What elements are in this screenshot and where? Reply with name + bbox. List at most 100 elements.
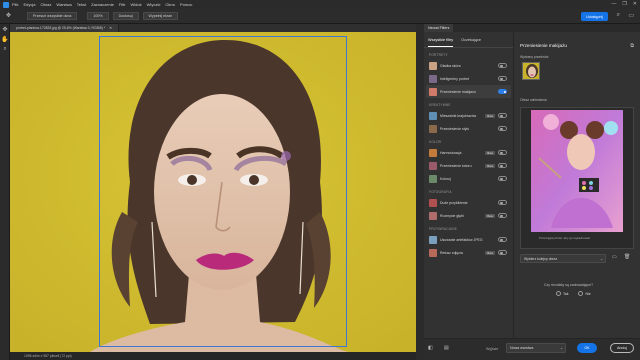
filter-thumbnail (429, 124, 437, 133)
zoom-100-button[interactable]: 100% (87, 12, 109, 20)
minimize-icon[interactable]: — (611, 1, 616, 7)
close-tab-icon[interactable]: ✕ (109, 26, 112, 30)
filter-thumbnail (429, 87, 437, 96)
filter-item[interactable]: Przeniesienie makijażu (426, 85, 511, 98)
window-controls: — ❐ ✕ (611, 1, 637, 7)
filter-label: Przeniesienie koloru (440, 163, 472, 168)
scroll-all-windows-button[interactable]: Przesuń wszystkie okna (27, 12, 78, 20)
document-tab-title: portret-piankna-172833.jpg @ 25,6% (Wars… (16, 26, 106, 30)
filter-thumbnail (429, 248, 437, 257)
menu-item[interactable]: Obraz (40, 2, 51, 7)
filter-item[interactable]: Gładka skóra (426, 59, 511, 72)
menu-item[interactable]: Pomoc (180, 2, 192, 7)
menu-item[interactable]: Tekst (77, 2, 86, 7)
filter-toggle[interactable] (498, 150, 507, 155)
filter-thumbnail (429, 198, 437, 207)
filter-label: Koloruj (440, 176, 451, 181)
fit-screen-button[interactable]: Dostosuj (112, 12, 139, 20)
filter-toggle[interactable] (498, 200, 507, 205)
filter-item[interactable]: Przeniesienie koloru Beta (426, 159, 511, 172)
filter-category-heading: FOTOGRAFIA (429, 190, 452, 194)
filter-toggle[interactable] (498, 176, 507, 181)
filter-category-heading: KREATYWNE (429, 103, 451, 107)
filter-item[interactable]: Retusz zdjęcia Beta (426, 246, 511, 259)
yes-radio[interactable]: Tak (556, 291, 568, 296)
neural-filters-tab[interactable]: Neural Filters (424, 24, 454, 32)
select-image-dropdown[interactable]: Wybierz kolejny obraz ⌄ (520, 254, 606, 263)
trash-icon[interactable]: 🗑 (624, 254, 630, 260)
expand-icon[interactable]: ⧉ (630, 43, 634, 49)
filter-label: Retusz zdjęcia (440, 250, 463, 255)
filter-title: Przeniesienie makijażu (520, 43, 567, 48)
menu-item[interactable]: Wtyczki (147, 2, 161, 7)
menu-item[interactable]: Widok (131, 2, 142, 7)
document-tab[interactable]: portret-piankna-172833.jpg @ 25,6% (Wars… (10, 24, 119, 32)
satisfaction-options: Tak Nie (556, 291, 591, 296)
filter-toggle[interactable] (498, 237, 507, 242)
close-icon[interactable]: ✕ (633, 1, 637, 7)
filter-item[interactable]: Duże przybliżenie (426, 196, 511, 209)
satisfaction-question: Czy rezultaty są zadowalające? (544, 283, 594, 287)
filter-toggle[interactable] (498, 163, 507, 168)
filter-toggle[interactable] (498, 126, 507, 131)
tab-waitlist[interactable]: Oczekujące (461, 38, 481, 47)
preview-toggle-icon[interactable]: ◧ (428, 345, 433, 351)
filter-item[interactable]: Inteligentny portret (426, 72, 511, 85)
filter-toggle[interactable] (498, 213, 507, 218)
filter-item[interactable]: Koloruj (426, 172, 511, 185)
workspace-icon[interactable]: ▭ (628, 12, 634, 19)
filter-item[interactable]: Harmonizacja Beta (426, 146, 511, 159)
filter-label: Mieszalnik krajobrazów (440, 113, 477, 118)
maximize-icon[interactable]: ❐ (622, 1, 626, 7)
cancel-button[interactable]: Anuluj (610, 343, 634, 353)
reference-image-box[interactable]: Przeciągnij obraz, aby go wykadrować (520, 107, 634, 249)
filter-toggle[interactable] (498, 250, 507, 255)
fill-screen-button[interactable]: Wypełnij ekran (142, 12, 179, 20)
filter-category-heading: KOLOR (429, 140, 442, 144)
move-icon[interactable]: ✥ (0, 24, 10, 34)
hand-icon[interactable]: ✋ (0, 34, 10, 44)
document-tab-bar: portret-piankna-172833.jpg @ 25,6% (Wars… (10, 24, 416, 32)
filter-thumbnail (429, 61, 437, 70)
menu-items: Plik Edycja Obraz Warstwa Tekst Zaznaczenie Fi… (12, 2, 197, 7)
options-bar: ✥ Przesuń wszystkie okna 100% Dostosuj W… (0, 9, 640, 24)
filter-toggle[interactable] (498, 63, 507, 68)
ok-button[interactable]: OK (577, 343, 597, 353)
tab-all-filters[interactable]: Wszystkie filtry (428, 38, 454, 47)
filter-category-heading: PORTRETY (429, 53, 448, 57)
filter-item[interactable]: Rozmycie głębi Beta (426, 209, 511, 222)
filter-toggle[interactable] (498, 89, 507, 94)
zoom-icon[interactable]: ⌕ (0, 44, 10, 54)
filter-item[interactable]: Przeniesienie stylu (426, 122, 511, 135)
status-bar: 1096 sdim x 987 pikseli (72 ppi) (10, 352, 416, 360)
beta-badge: Beta (485, 250, 495, 255)
move-tool-icon[interactable]: ✥ (4, 12, 13, 21)
document-size: 1096 sdim x 987 pikseli (72 ppi) (24, 354, 72, 358)
subject-label: Wybrany przedmiot (520, 55, 549, 59)
menu-item[interactable]: Plik (12, 2, 18, 7)
search-icon[interactable]: ⌕ (617, 12, 620, 19)
beta-badge: Beta (485, 150, 495, 155)
menu-item[interactable]: Okno (165, 2, 175, 7)
selection-frame (99, 36, 347, 347)
menu-item[interactable]: Warstwa (56, 2, 71, 7)
beta-badge: Beta (485, 113, 495, 118)
menu-item[interactable]: Edycja (23, 2, 35, 7)
menu-item[interactable]: Zaznaczenie (91, 2, 114, 7)
filter-thumbnail (429, 174, 437, 183)
filter-thumbnail (429, 74, 437, 83)
layer-preview-icon[interactable]: ▤ (444, 345, 449, 351)
share-button[interactable]: Udostępnij (581, 12, 608, 21)
filter-thumbnail (429, 111, 437, 120)
menu-item[interactable]: Filtr (119, 2, 126, 7)
filter-label: Inteligentny portret (440, 76, 469, 81)
output-dropdown[interactable]: Nowa warstwa ⌄ (506, 343, 566, 353)
filter-item[interactable]: Usuwanie artefaktów JPEG (426, 233, 511, 246)
subject-thumbnail[interactable] (522, 62, 540, 80)
filter-toggle[interactable] (498, 113, 507, 118)
no-radio[interactable]: Nie (578, 291, 591, 296)
folder-icon[interactable]: ▭ (612, 254, 617, 260)
filter-toggle[interactable] (498, 76, 507, 81)
chevron-down-icon: ⌄ (600, 256, 603, 261)
filter-item[interactable]: Mieszalnik krajobrazów Beta (426, 109, 511, 122)
